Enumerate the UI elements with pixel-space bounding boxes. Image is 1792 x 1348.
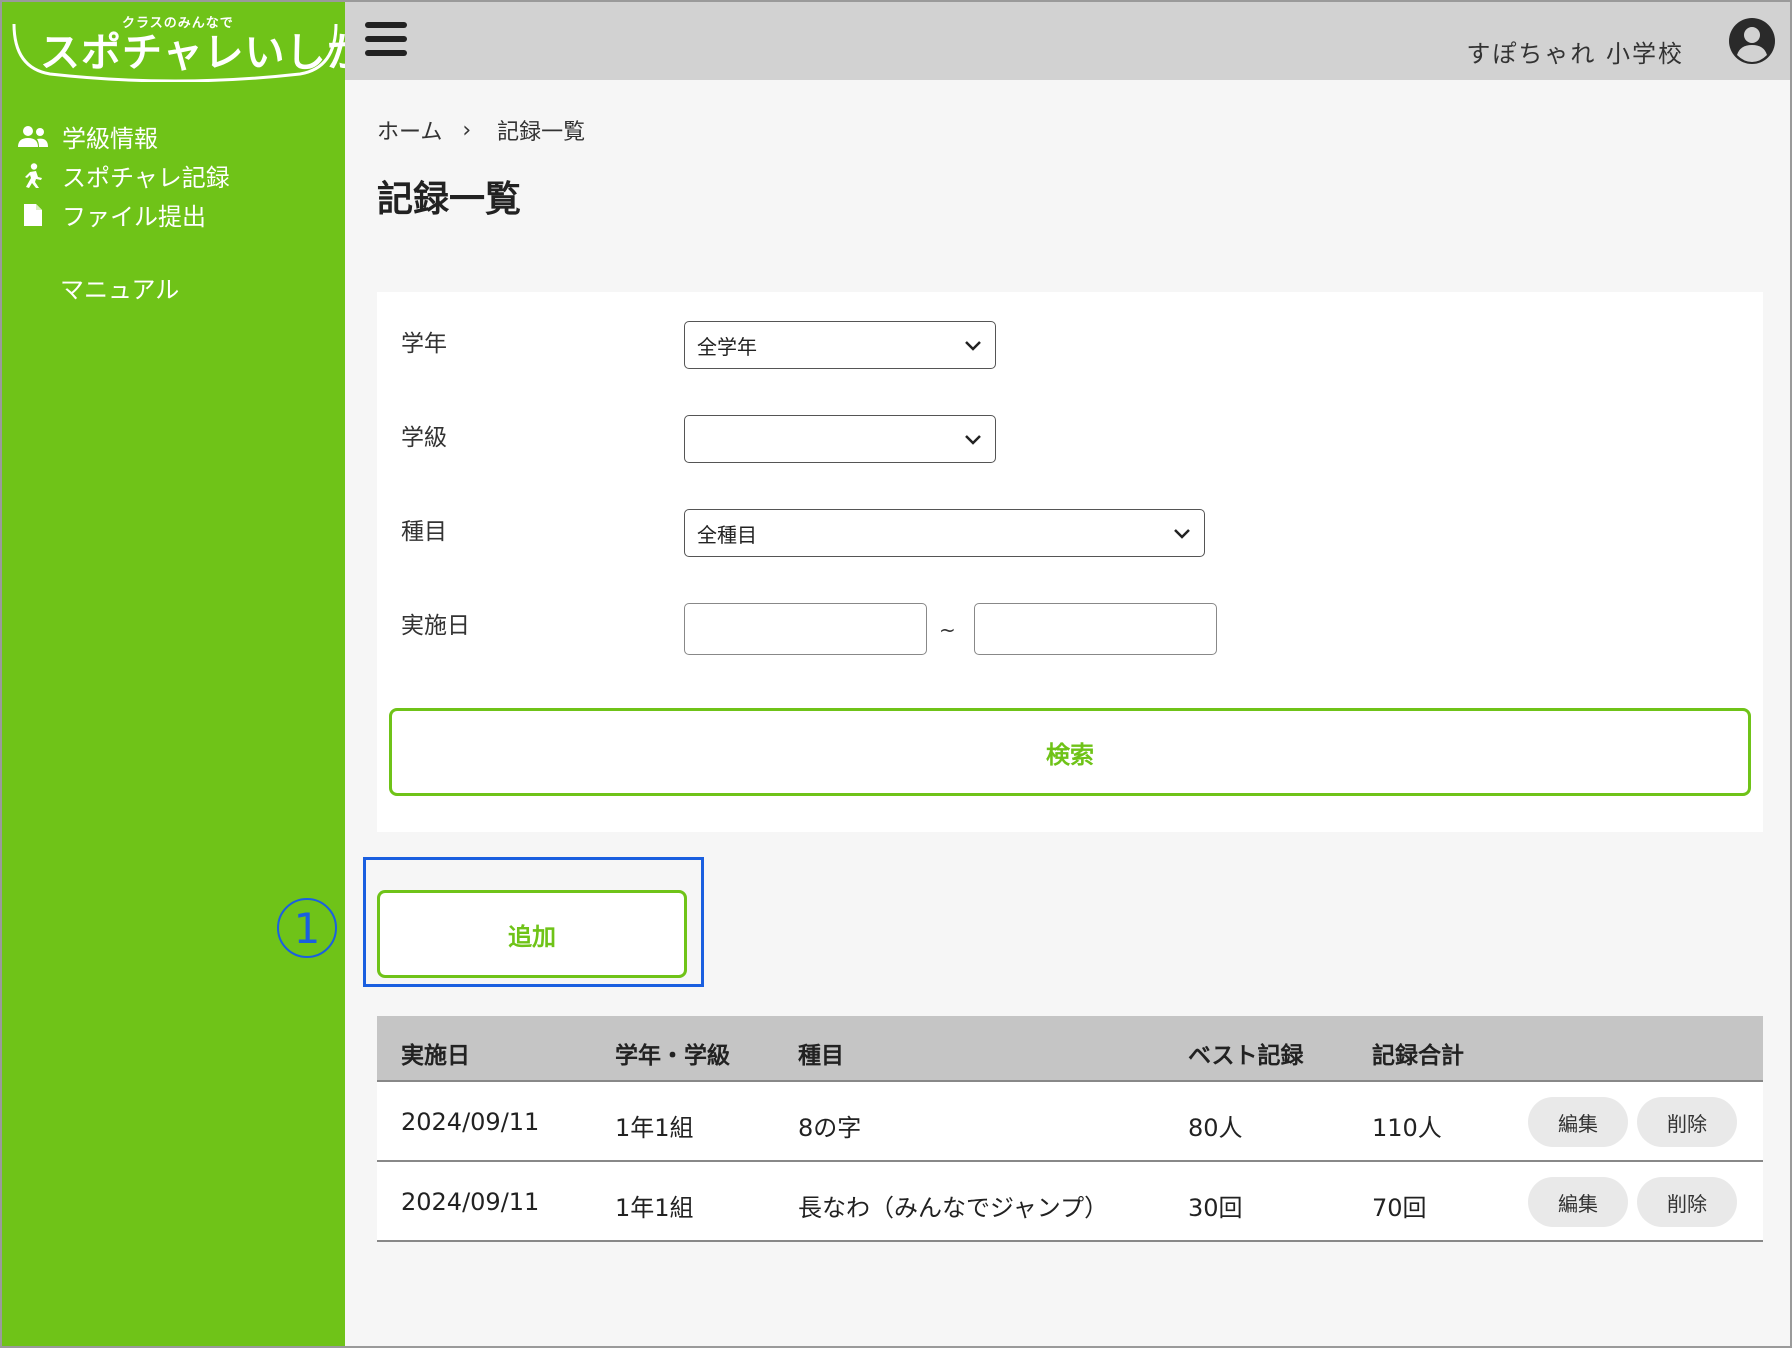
edit-button[interactable]: 編集: [1528, 1177, 1628, 1227]
date-to-input[interactable]: [974, 603, 1217, 655]
cell-date: 2024/09/11: [401, 1108, 540, 1136]
callout-number: 1: [277, 898, 337, 958]
sidebar-item-records[interactable]: スポチャレ記録: [16, 156, 230, 195]
date-label: 実施日: [401, 613, 470, 639]
sidebar: クラスのみんなで スポチャレいしかわ 学級情報 スポチャレ記録 ファイル提出 マ…: [2, 2, 408, 1346]
breadcrumb-current: 記録一覧: [497, 120, 586, 145]
event-select[interactable]: 全種目: [684, 509, 1205, 557]
sidebar-item-file-submit[interactable]: ファイル提出: [16, 195, 230, 234]
chevron-down-icon: [1174, 529, 1190, 539]
sidebar-item-label: スポチャレ記録: [62, 164, 230, 192]
breadcrumb-home[interactable]: ホーム: [377, 114, 442, 146]
cell-total: 70回: [1372, 1194, 1427, 1222]
table-header-row: 実施日 学年・学級 種目 ベスト記録 記録合計: [377, 1016, 1763, 1082]
sidebar-nav: 学級情報 スポチャレ記録 ファイル提出: [16, 117, 230, 234]
grade-select[interactable]: 全学年: [684, 321, 996, 369]
cell-class: 1年1組: [615, 1194, 694, 1222]
delete-button[interactable]: 削除: [1637, 1097, 1737, 1147]
date-separator: ~: [939, 618, 956, 642]
app-frame: クラスのみんなで スポチャレいしかわ 学級情報 スポチャレ記録 ファイル提出 マ…: [0, 0, 1792, 1348]
grade-label: 学年: [401, 331, 447, 357]
delete-button[interactable]: 削除: [1637, 1177, 1737, 1227]
column-header-event: 種目: [798, 1043, 844, 1069]
chevron-down-icon: [965, 341, 981, 351]
search-form: 学年 全学年 学級 種目 全種目 実施日 ~ 検索: [377, 292, 1763, 832]
users-icon: [16, 124, 50, 150]
chevron-down-icon: [965, 435, 981, 445]
hamburger-menu-icon[interactable]: [365, 22, 407, 60]
file-icon: [16, 202, 50, 228]
class-label: 学級: [401, 425, 447, 451]
table-row: 2024/09/11 1年1組 長なわ（みんなでジャンプ） 30回 70回 編集…: [377, 1162, 1763, 1242]
grade-select-value: 全学年: [697, 334, 757, 359]
class-select[interactable]: [684, 415, 996, 463]
sidebar-item-manual[interactable]: マニュアル: [60, 270, 179, 305]
logo[interactable]: クラスのみんなで スポチャレいしかわ: [10, 6, 408, 82]
cell-event: 長なわ（みんなでジャンプ）: [798, 1194, 1109, 1222]
cell-total: 110人: [1372, 1114, 1442, 1142]
cell-best: 80人: [1188, 1114, 1243, 1142]
column-header-best: ベスト記録: [1188, 1043, 1304, 1069]
school-name: すぽちゃれ 小学校: [1466, 40, 1684, 68]
sidebar-item-label: 学級情報: [62, 125, 158, 153]
breadcrumb: ホーム › 記録一覧: [377, 114, 585, 146]
sidebar-item-label: ファイル提出: [62, 203, 206, 231]
walking-person-icon: [16, 162, 50, 189]
user-avatar-icon[interactable]: [1728, 17, 1776, 65]
table-row: 2024/09/11 1年1組 8の字 80人 110人 編集 削除: [377, 1082, 1763, 1162]
sidebar-item-class-info[interactable]: 学級情報: [16, 117, 230, 156]
date-from-input[interactable]: [684, 603, 927, 655]
event-label: 種目: [401, 519, 447, 545]
add-button[interactable]: 追加: [377, 890, 687, 978]
column-header-date: 実施日: [401, 1043, 470, 1069]
cell-class: 1年1組: [615, 1114, 694, 1142]
column-header-class: 学年・学級: [615, 1043, 730, 1069]
edit-button[interactable]: 編集: [1528, 1097, 1628, 1147]
column-header-total: 記録合計: [1372, 1043, 1464, 1069]
records-table: 実施日 学年・学級 種目 ベスト記録 記録合計 2024/09/11 1年1組 …: [377, 1016, 1763, 1242]
cell-event: 8の字: [798, 1114, 862, 1142]
cell-date: 2024/09/11: [401, 1188, 540, 1216]
cell-best: 30回: [1188, 1194, 1243, 1222]
page-title: 記録一覧: [377, 179, 522, 220]
top-header: すぽちゃれ 小学校: [345, 2, 1790, 80]
search-button[interactable]: 検索: [389, 708, 1751, 796]
chevron-right-icon: ›: [462, 117, 472, 143]
event-select-value: 全種目: [697, 522, 757, 547]
